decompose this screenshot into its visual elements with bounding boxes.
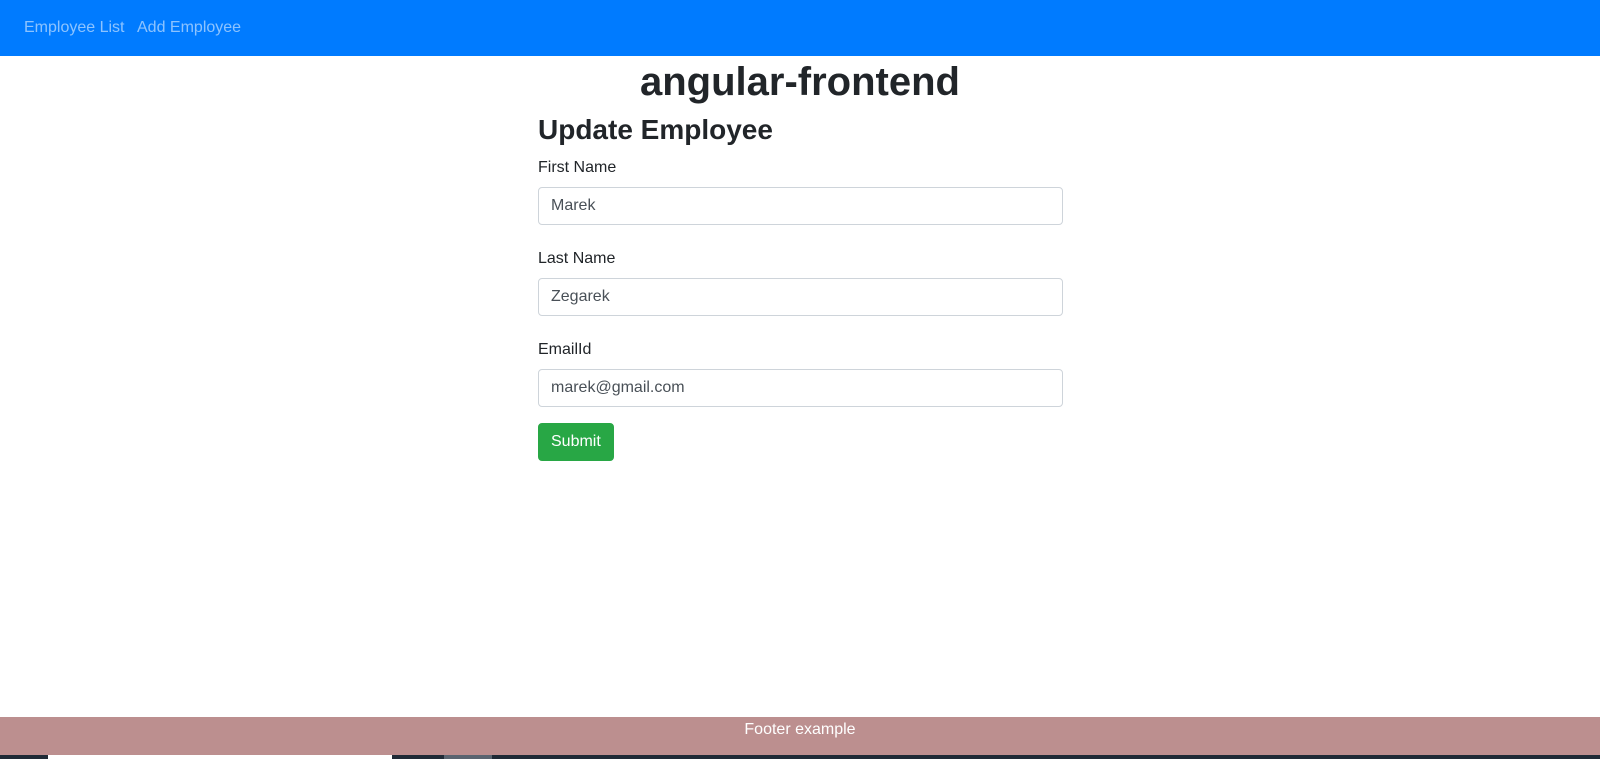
update-employee-form: Update Employee First Name Last Name Ema… bbox=[538, 112, 1063, 461]
nav-link-employee-list[interactable]: Employee List bbox=[24, 18, 125, 38]
email-label: EmailId bbox=[538, 341, 592, 358]
email-input[interactable] bbox=[538, 369, 1063, 407]
taskbar-segment bbox=[444, 755, 492, 759]
taskbar-strip bbox=[0, 755, 1600, 759]
taskbar-active-segment bbox=[48, 755, 392, 759]
app-title: angular-frontend bbox=[640, 60, 960, 104]
footer: Footer example bbox=[0, 717, 1600, 759]
first-name-label: First Name bbox=[538, 159, 617, 176]
first-name-input[interactable] bbox=[538, 187, 1063, 225]
last-name-input[interactable] bbox=[538, 278, 1063, 316]
form-heading: Update Employee bbox=[538, 114, 773, 145]
top-navbar: Employee List Add Employee bbox=[0, 0, 1600, 56]
last-name-label: Last Name bbox=[538, 250, 616, 267]
submit-button[interactable]: Submit bbox=[538, 423, 614, 461]
footer-text: Footer example bbox=[744, 721, 856, 738]
nav-link-add-employee[interactable]: Add Employee bbox=[137, 18, 241, 38]
